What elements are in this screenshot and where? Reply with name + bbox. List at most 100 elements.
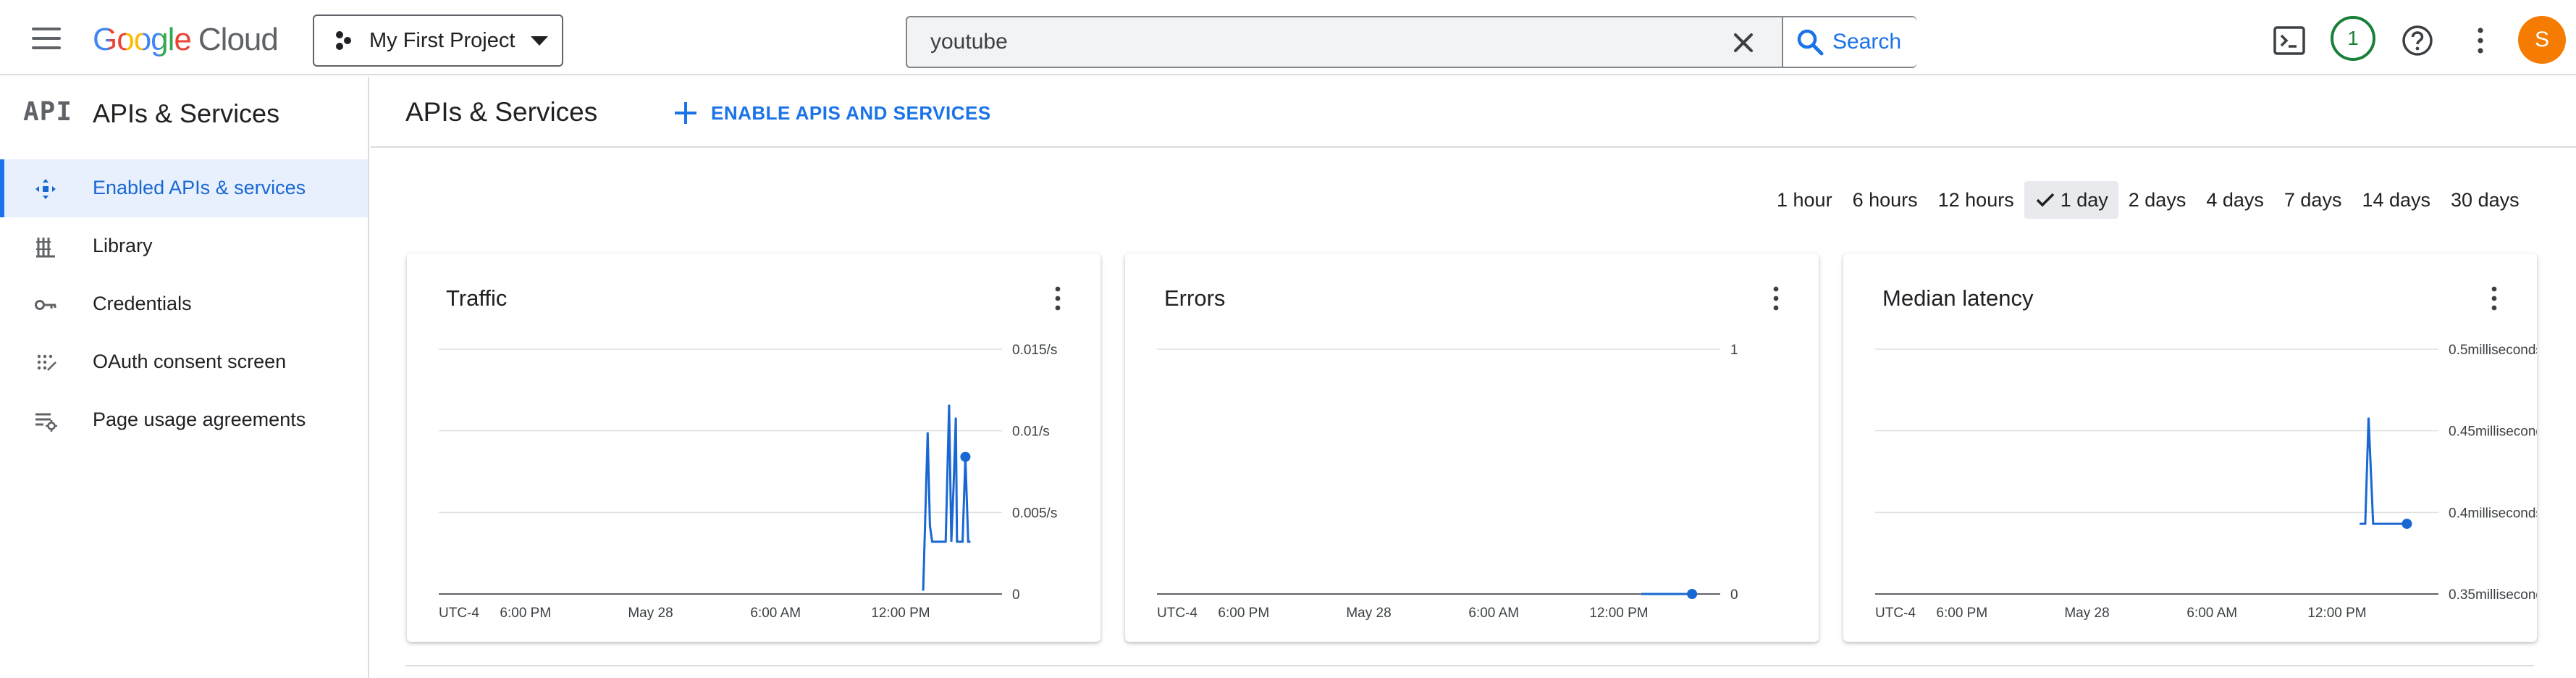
clear-icon[interactable]: [1730, 29, 1757, 56]
api-logo-icon: API: [23, 97, 73, 127]
median-latency-chart: 0.5milliseconds 0.45milliseconds 0.4millis…: [1875, 343, 2537, 621]
y-tick-label: 1: [1730, 343, 1738, 358]
traffic-chart: 0.015/s 0.01/s 0.005/s 0 UTC-4 6:00 PM May 28 6…: [439, 343, 1057, 621]
sidebar-title: APIs & Services: [93, 99, 280, 128]
time-range-selector: 1 hour 6 hours 12 hours 1 day 2 days 4 days 7 …: [1767, 181, 2530, 219]
avatar-initial: S: [2534, 28, 2549, 51]
section-divider: [405, 665, 2534, 666]
time-range-option[interactable]: 30 days: [2441, 181, 2530, 219]
x-tick-label: 6:00 PM: [500, 606, 551, 621]
sidebar-item-library[interactable]: Library: [0, 217, 368, 275]
series-line: [922, 404, 971, 591]
median-latency-card: 0.5milliseconds 0.45milliseconds 0.4millis…: [1843, 254, 2537, 642]
sidebar-item-page-usage-agreements[interactable]: Page usage agreements: [0, 391, 368, 449]
series-last-point: [1687, 589, 1698, 599]
x-tick-label: 12:00 PM: [1589, 606, 1648, 621]
more-vert-icon[interactable]: [2489, 285, 2499, 311]
x-tick-label: 6:00 AM: [2186, 606, 2237, 621]
time-range-label: 14 days: [2362, 188, 2431, 211]
y-tick-label: 0.5milliseconds: [2449, 343, 2537, 358]
y-tick-label: 0: [1730, 587, 1738, 603]
sidebar-item-label: Page usage agreements: [93, 409, 306, 430]
enable-apis-label: ENABLE APIS AND SERVICES: [711, 101, 991, 124]
sidebar-item-enabled-apis[interactable]: Enabled APIs & services: [0, 159, 368, 217]
time-range-option[interactable]: 2 days: [2118, 181, 2197, 219]
top-bar: GoogleCloud My First Project Search 1: [0, 0, 2576, 75]
sidebar-header: API APIs & Services: [0, 77, 368, 146]
notifications-badge[interactable]: 1: [2331, 16, 2375, 61]
time-range-option[interactable]: 1 hour: [1767, 181, 1843, 219]
notification-count: 1: [2347, 27, 2359, 49]
time-range-option[interactable]: 4 days: [2196, 181, 2274, 219]
x-tick-label: May 28: [2064, 606, 2109, 621]
y-tick-label: 0.01/s: [1012, 424, 1050, 440]
oauth-icon: [37, 354, 56, 371]
search-icon: [1797, 29, 1824, 56]
logo-google: Google: [93, 22, 192, 57]
sidebar-item-credentials[interactable]: Credentials: [0, 275, 368, 333]
apis-icon: [35, 179, 56, 199]
x-tick-label: 6:00 PM: [1218, 606, 1269, 621]
help-icon[interactable]: [2401, 24, 2434, 57]
y-tick-label: 0.015/s: [1012, 343, 1057, 358]
card-title: Errors: [1164, 285, 1226, 311]
avatar[interactable]: S: [2518, 16, 2566, 64]
time-range-label: 30 days: [2451, 188, 2520, 211]
time-range-label: 6 hours: [1852, 188, 1918, 211]
time-range-option[interactable]: 7 days: [2274, 181, 2352, 219]
y-tick-label: 0.005/s: [1012, 506, 1057, 521]
project-selector-button[interactable]: My First Project: [313, 14, 563, 67]
card-title: Traffic: [446, 285, 508, 311]
time-range-label: 1 hour: [1777, 188, 1832, 211]
search-bar: Search: [906, 16, 1916, 68]
y-tick-label: 0.35milliseconds: [2449, 587, 2537, 603]
cloud-shell-icon[interactable]: [2273, 26, 2305, 55]
more-vert-icon[interactable]: [2475, 26, 2486, 55]
main-header: APIs & Services ENABLE APIS AND SERVICES: [371, 77, 2576, 148]
time-range-label: 7 days: [2284, 188, 2342, 211]
time-range-label: 1 day: [2060, 188, 2108, 211]
library-icon: [36, 238, 55, 258]
plus-icon: [675, 102, 696, 124]
time-range-label: 12 hours: [1937, 188, 2014, 211]
time-range-option[interactable]: 1 day: [2024, 181, 2118, 219]
sidebar-item-label: Library: [93, 235, 153, 256]
x-tick-label: 6:00 PM: [1936, 606, 1987, 621]
traffic-card: 0.015/s 0.01/s 0.005/s 0 UTC-4 6:00 PM May 28 6…: [407, 254, 1100, 642]
time-range-option[interactable]: 14 days: [2352, 181, 2441, 219]
sidebar-item-label: Credentials: [93, 293, 192, 314]
agreements-icon: [35, 413, 57, 432]
series-line: [2360, 417, 2407, 525]
page-title: APIs & Services: [405, 97, 598, 127]
card-title: Median latency: [1882, 285, 2034, 311]
key-icon: [35, 300, 56, 310]
logo-cloud: Cloud: [198, 22, 279, 57]
search-input[interactable]: [907, 17, 1780, 67]
sidebar-item-label: OAuth consent screen: [93, 351, 287, 372]
project-icon: [336, 31, 351, 50]
hamburger-menu-icon[interactable]: [32, 28, 61, 49]
x-tick-label: 6:00 AM: [1468, 606, 1519, 621]
time-range-label: 2 days: [2128, 188, 2186, 211]
search-button[interactable]: Search: [1782, 17, 1916, 67]
errors-chart: 1 0 UTC-4 6:00 PM May 28 6:00 AM 12:00 PM: [1157, 343, 1738, 621]
more-vert-icon[interactable]: [1053, 285, 1063, 311]
y-tick-label: 0: [1012, 587, 1020, 603]
x-tick-label: 6:00 AM: [750, 606, 801, 621]
x-tick-label: UTC-4: [439, 606, 479, 621]
time-range-option[interactable]: 6 hours: [1843, 181, 1928, 219]
sidebar: API APIs & Services Enabled APIs & servi…: [0, 77, 369, 678]
project-name: My First Project: [369, 28, 515, 52]
enable-apis-button[interactable]: ENABLE APIS AND SERVICES: [675, 96, 991, 130]
x-tick-label: UTC-4: [1875, 606, 1916, 621]
google-cloud-logo[interactable]: Google Cloud: [93, 22, 279, 58]
errors-card: 1 0 UTC-4 6:00 PM May 28 6:00 AM 12:00 PM Erro…: [1125, 254, 1819, 642]
time-range-label: 4 days: [2206, 188, 2264, 211]
x-tick-label: May 28: [628, 606, 673, 621]
sidebar-item-oauth-consent[interactable]: OAuth consent screen: [0, 333, 368, 391]
x-tick-label: May 28: [1346, 606, 1391, 621]
y-tick-label: 0.4milliseconds: [2449, 506, 2537, 521]
series-last-point: [960, 451, 971, 462]
time-range-option[interactable]: 12 hours: [1928, 181, 2024, 219]
more-vert-icon[interactable]: [1771, 285, 1781, 311]
